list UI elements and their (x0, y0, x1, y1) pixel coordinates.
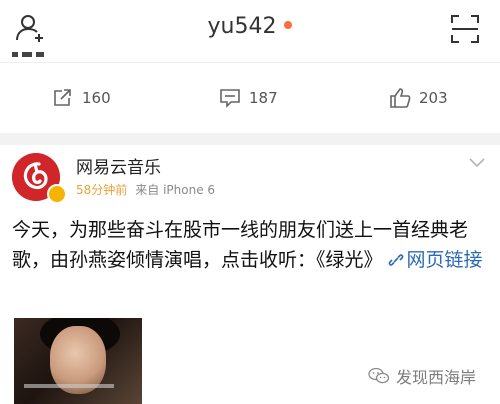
like-button[interactable]: 203 (389, 87, 448, 109)
username: yu542 (207, 14, 277, 39)
link-icon (388, 254, 403, 266)
comment-count: 187 (249, 89, 278, 107)
post-content: 今天，为那些奋斗在股市一线的朋友们送上一首经典老歌，由孙燕姿倾情演唱，点击收听：… (12, 215, 490, 275)
post-image-thumbnail[interactable] (14, 318, 142, 404)
comment-icon (220, 89, 240, 108)
post-author[interactable]: 网易云音乐 (76, 153, 161, 178)
like-count: 203 (419, 89, 448, 107)
repost-count: 160 (82, 89, 111, 107)
verified-badge-icon (47, 184, 67, 204)
weibo-post-card: 网易云音乐 58分钟前 来自 iPhone 6 今天，为那些奋斗在股市一线的朋友们… (0, 145, 500, 404)
profile-title: yu542 (0, 12, 500, 42)
section-divider (0, 133, 500, 145)
repost-icon (54, 89, 71, 106)
action-bar: 160 187 203 (0, 62, 500, 134)
web-link-text: 网页链接 (406, 249, 483, 271)
repost-button[interactable]: 160 (52, 87, 111, 109)
wechat-icon (368, 367, 390, 384)
watermark-text: 发现西海岸 (396, 368, 477, 387)
post-time: 58分钟前 (76, 183, 128, 197)
web-link[interactable]: 网页链接 (383, 249, 483, 271)
comment-button[interactable]: 187 (219, 87, 278, 109)
thumbnail-caption-strip (24, 384, 114, 388)
post-meta: 58分钟前 来自 iPhone 6 (76, 181, 215, 198)
top-bar: yu542 (0, 0, 500, 58)
online-dot (284, 21, 293, 29)
post-source: 来自 iPhone 6 (135, 183, 216, 197)
watermark: 发现西海岸 (368, 364, 476, 388)
thumbs-up-icon (390, 88, 411, 108)
chevron-down-icon[interactable] (468, 157, 486, 169)
scan-icon[interactable] (450, 14, 480, 44)
